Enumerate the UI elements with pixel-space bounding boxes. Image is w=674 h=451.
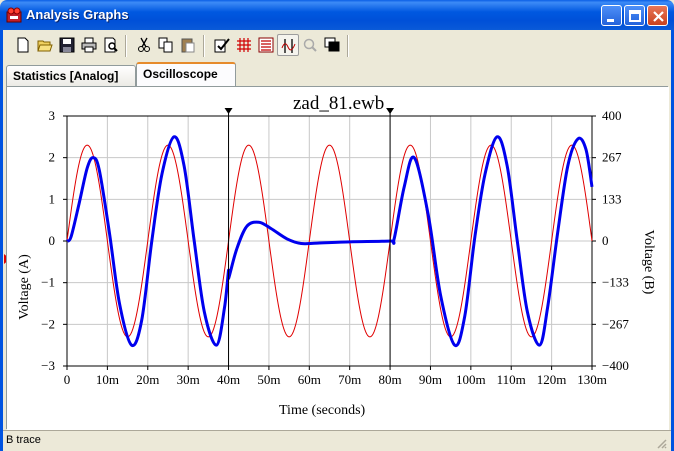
resize-grip-icon[interactable] [655, 437, 667, 449]
close-button[interactable] [647, 5, 668, 26]
title-bar[interactable]: Analysis Graphs [0, 0, 674, 30]
y-right-tick-label: 267 [602, 150, 622, 165]
y-axis-left-ticks: 3 2 1 0 −1 −2 −3 [41, 108, 67, 373]
toggle-cursors-icon [281, 39, 296, 53]
y-left-tick-label: 2 [49, 150, 56, 165]
x-tick-label: 30m [177, 372, 200, 387]
properties-button[interactable] [211, 34, 233, 56]
y-right-tick-label: 400 [602, 108, 622, 123]
x-tick-label: 50m [257, 372, 280, 387]
maximize-icon [629, 10, 641, 22]
open-icon [37, 40, 53, 52]
print-icon [81, 37, 97, 53]
copy-button[interactable] [155, 34, 177, 56]
cut-button[interactable] [133, 34, 155, 56]
zoom-button[interactable] [299, 34, 321, 56]
y-left-tick-label: −3 [41, 358, 55, 373]
cursor-2-handle[interactable] [386, 108, 395, 114]
x-tick-label: 110m [497, 372, 526, 387]
minimize-button[interactable] [601, 5, 622, 26]
x-tick-label: 40m [217, 372, 240, 387]
copy-icon [158, 37, 173, 53]
print-button[interactable] [78, 34, 100, 56]
x-tick-label: 100m [456, 372, 486, 387]
toggle-grid-button[interactable] [233, 34, 255, 56]
y-left-tick-label: 3 [49, 108, 56, 123]
toolbar [3, 30, 671, 62]
y-left-tick-label: −1 [41, 275, 55, 290]
print-preview-button[interactable] [100, 34, 122, 56]
x-tick-label: 80m [379, 372, 402, 387]
y-right-tick-label: −267 [602, 316, 629, 331]
toggle-cursors-button[interactable] [277, 34, 299, 56]
y-left-tick-label: 0 [49, 233, 56, 248]
paste-icon [181, 38, 195, 53]
status-text: B trace [6, 434, 41, 446]
app-graph-icon [6, 7, 22, 23]
toggle-legend-icon [258, 37, 274, 53]
window-frame-left [0, 30, 3, 451]
save-icon [59, 37, 75, 53]
properties-icon [214, 38, 230, 53]
x-tick-label: 20m [136, 372, 159, 387]
y-right-tick-label: 0 [602, 233, 609, 248]
y-left-tick-label: 1 [49, 191, 56, 206]
y-right-tick-label: −400 [602, 358, 629, 373]
new-button[interactable] [12, 34, 34, 56]
x-tick-label: 0 [64, 372, 71, 387]
minimize-icon [607, 19, 614, 22]
toggle-legend-button[interactable] [255, 34, 277, 56]
tab-statistics-analog[interactable]: Statistics [Analog] [6, 65, 136, 86]
y-right-tick-label: 133 [602, 191, 622, 206]
status-bar: B trace [3, 430, 671, 451]
x-axis-ticks: 0 10m 20m 30m 40m 50m 60m 70m 80m 90m 100m 110m 120m… [64, 366, 607, 387]
toolbar-separator [125, 35, 127, 57]
toolbar-separator [347, 35, 349, 57]
window-title: Analysis Graphs [26, 7, 129, 22]
cursor-1-handle[interactable] [224, 108, 233, 114]
x-tick-label: 10m [96, 372, 119, 387]
tab-strip: Statistics [Analog] Oscilloscope [3, 62, 671, 87]
save-button[interactable] [56, 34, 78, 56]
restore-graph-icon [324, 37, 340, 52]
graph-panel[interactable]: zad_81.ewb 0 10m 20m 30m 40m 50m 60m 70m 80m 90m 1… [6, 86, 669, 430]
new-icon [17, 37, 29, 53]
y-axis-right-label: Voltage (B) [641, 230, 656, 295]
y-left-tick-label: −2 [41, 316, 55, 331]
x-tick-label: 70m [338, 372, 361, 387]
x-tick-label: 60m [298, 372, 321, 387]
y-axis-left-label: Voltage (A) [17, 254, 32, 320]
tab-oscilloscope[interactable]: Oscilloscope [136, 62, 236, 87]
x-axis-label: Time (seconds) [279, 403, 366, 418]
x-tick-label: 90m [419, 372, 442, 387]
cut-icon [138, 37, 150, 52]
maximize-button[interactable] [624, 5, 645, 26]
toggle-grid-icon [237, 38, 251, 52]
plot-area[interactable]: zad_81.ewb 0 10m 20m 30m 40m 50m 60m 70m 80m 90m 1… [7, 87, 669, 430]
restore-graph-button[interactable] [321, 34, 343, 56]
grid [66, 115, 593, 367]
x-tick-label: 120m [537, 372, 567, 387]
open-button[interactable] [34, 34, 56, 56]
x-tick-label: 130m [577, 372, 607, 387]
y-right-tick-label: −133 [602, 275, 629, 290]
close-icon [653, 11, 664, 22]
oscilloscope-chart[interactable]: 0 10m 20m 30m 40m 50m 60m 70m 80m 90m 100m 110m 120m… [7, 87, 669, 430]
y-axis-right-ticks: 400 267 133 0 −133 −267 −400 [592, 108, 629, 373]
paste-button[interactable] [177, 34, 199, 56]
toolbar-separator [203, 35, 205, 57]
print-preview-icon [104, 37, 118, 53]
zoom-icon [303, 38, 317, 52]
